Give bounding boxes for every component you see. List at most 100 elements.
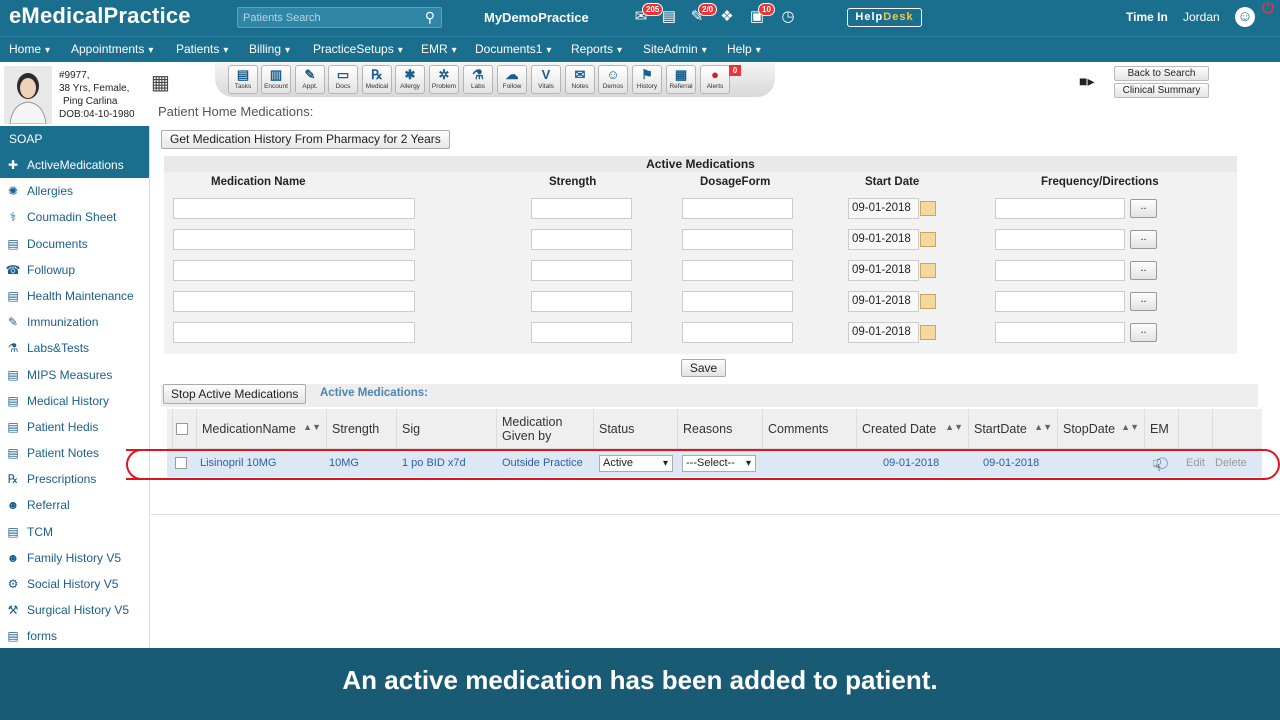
patient-search-input[interactable] (238, 8, 418, 27)
calendar-icon[interactable] (920, 263, 936, 278)
toolbar-alerts[interactable]: ● Alerts (700, 65, 730, 94)
sidebar-item-allergies[interactable]: ✺ Allergies (0, 178, 149, 204)
frequency-input[interactable] (995, 260, 1125, 281)
frequency-picker-button[interactable]: .. (1130, 292, 1157, 311)
search-icon[interactable]: ⚲ (425, 9, 435, 26)
medication-name-input[interactable] (173, 229, 415, 250)
start-date-input[interactable]: 09-01-2018 (848, 260, 919, 281)
calendar-icon[interactable] (920, 201, 936, 216)
col-reasons[interactable]: Reasons (678, 409, 763, 449)
col-stopdate[interactable]: StopDate ▲▼ (1058, 409, 1145, 449)
frequency-picker-button[interactable]: .. (1130, 323, 1157, 342)
nav-help[interactable]: Help (727, 42, 761, 56)
toolbar-referral[interactable]: ▦ Referral (666, 65, 696, 94)
nav-patients[interactable]: Patients (176, 42, 228, 56)
toolbar-docs[interactable]: ▭ Docs (328, 65, 358, 94)
nav-home[interactable]: Home (9, 42, 50, 56)
toolbar-vitals[interactable]: V Vitals (531, 65, 561, 94)
clinical-summary-button[interactable]: Clinical Summary (1114, 83, 1209, 98)
sidebar-item-mips[interactable]: ▤ MIPS Measures (0, 362, 149, 388)
strength-input[interactable] (531, 198, 632, 219)
nav-siteadmin[interactable]: SiteAdmin (643, 42, 707, 56)
col-created-date[interactable]: Created Date ▲▼ (857, 409, 969, 449)
toolbar-encounter[interactable]: ▥ Encount (261, 65, 291, 94)
toolbar-problem[interactable]: ✲ Problem (429, 65, 459, 94)
save-button[interactable]: Save (681, 359, 726, 377)
practice-name[interactable]: MyDemoPractice (484, 10, 589, 25)
user-name[interactable]: Jordan (1183, 10, 1220, 24)
nav-reports[interactable]: Reports (571, 42, 622, 56)
pharmacy-history-button[interactable]: Get Medication History From Pharmacy for… (161, 130, 450, 149)
toolbar-allergy[interactable]: ✱ Allergy (395, 65, 425, 94)
medication-name-input[interactable] (173, 260, 415, 281)
nav-practicesetups[interactable]: PracticeSetups (313, 42, 403, 56)
messages-icon[interactable]: ✉ 205 (632, 3, 664, 26)
clock-icon[interactable]: ◷ (779, 8, 797, 26)
col-given-by[interactable]: Medication Given by (497, 409, 594, 449)
start-date-input[interactable]: 09-01-2018 (848, 291, 919, 312)
dosageform-input[interactable] (682, 229, 793, 250)
stop-active-medications-button[interactable]: Stop Active Medications (163, 384, 307, 404)
frequency-picker-button[interactable]: .. (1130, 199, 1157, 218)
col-startdate[interactable]: StartDate ▲▼ (969, 409, 1058, 449)
sidebar-item-family-history[interactable]: ☻ Family History V5 (0, 545, 149, 571)
user-avatar-icon[interactable]: ☺ (1235, 7, 1255, 27)
col-sig[interactable]: Sig (397, 409, 497, 449)
toolbar-demos[interactable]: ☺ Demos (598, 65, 628, 94)
medication-name-input[interactable] (173, 198, 415, 219)
sidebar-item-health-maintenance[interactable]: ▤ Health Maintenance (0, 283, 149, 309)
nav-documents[interactable]: Documents1 (475, 42, 551, 56)
sidebar-item-patient-hedis[interactable]: ▤ Patient Hedis (0, 414, 149, 440)
sort-icon[interactable]: ▲▼ (1121, 422, 1139, 432)
back-to-search-button[interactable]: Back to Search (1114, 66, 1209, 81)
medication-name-input[interactable] (173, 322, 415, 343)
sidebar-item-forms[interactable]: ▤ forms (0, 623, 149, 649)
nav-billing[interactable]: Billing (249, 42, 290, 56)
sidebar-item-coumadin[interactable]: ⚕ Coumadin Sheet (0, 204, 149, 230)
app-logo[interactable]: eMedicalPractice (9, 3, 191, 29)
toolbar-follow[interactable]: ☁ Follow (497, 65, 527, 94)
start-date-input[interactable]: 09-01-2018 (848, 198, 919, 219)
dosageform-input[interactable] (682, 198, 793, 219)
time-in-link[interactable]: Time In (1126, 10, 1168, 24)
sidebar-item-documents[interactable]: ▤ Documents (0, 231, 149, 257)
strength-input[interactable] (531, 229, 632, 250)
sort-icon[interactable]: ▲▼ (945, 422, 963, 432)
toolbar-notes[interactable]: ✉ Notes (565, 65, 595, 94)
toolbar-appt[interactable]: ✎ Appt. (295, 65, 325, 94)
sidebar-item-followup[interactable]: ☎ Followup (0, 257, 149, 283)
toolbar-tasks[interactable]: ▤ Tasks (228, 65, 258, 94)
strength-input[interactable] (531, 260, 632, 281)
toolbar-history[interactable]: ⚑ History (632, 65, 662, 94)
dosageform-input[interactable] (682, 322, 793, 343)
nav-appointments[interactable]: Appointments (71, 42, 153, 56)
notification-icon[interactable]: ▣ 10 (748, 3, 775, 26)
patient-name[interactable]: Ping Carlina (59, 95, 135, 108)
toolbar-medical[interactable]: ℞ Medical (362, 65, 392, 94)
col-medicationname[interactable]: MedicationName ▲▼ (197, 409, 327, 449)
strength-input[interactable] (531, 291, 632, 312)
strength-input[interactable] (531, 322, 632, 343)
calendar-icon[interactable] (920, 294, 936, 309)
sort-icon[interactable]: ▲▼ (1034, 422, 1052, 432)
sidebar-item-activemedications[interactable]: ✚ ActiveMedications (0, 152, 149, 179)
col-comments[interactable]: Comments (763, 409, 857, 449)
frequency-picker-button[interactable]: .. (1130, 230, 1157, 249)
calendar-icon[interactable] (920, 232, 936, 247)
col-status[interactable]: Status (594, 409, 678, 449)
frequency-input[interactable] (995, 198, 1125, 219)
sidebar-item-social-history[interactable]: ⚙ Social History V5 (0, 571, 149, 597)
frequency-picker-button[interactable]: .. (1130, 261, 1157, 280)
sidebar-item-medical-history[interactable]: ▤ Medical History (0, 388, 149, 414)
document-icon[interactable]: ▤ (660, 8, 678, 26)
calendar-icon[interactable]: ▦ (151, 70, 170, 95)
toolbar-labs[interactable]: ⚗ Labs (463, 65, 493, 94)
frequency-input[interactable] (995, 229, 1125, 250)
frequency-input[interactable] (995, 322, 1125, 343)
col-strength[interactable]: Strength (327, 409, 397, 449)
pill-icon[interactable]: ❖ (718, 8, 736, 26)
tasks-icon[interactable]: ✎ 2/0 (688, 3, 718, 26)
col-em[interactable]: EM (1145, 409, 1179, 449)
sidebar-item-tcm[interactable]: ▤ TCM (0, 519, 149, 545)
video-camera-icon[interactable]: ■▸ (1079, 73, 1094, 90)
